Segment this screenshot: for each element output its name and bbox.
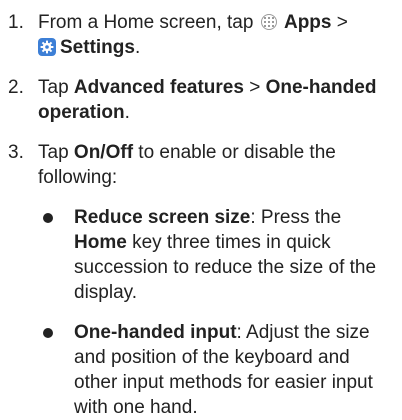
instructions-page: 1. From a Home screen, tap Apps > Settin… [0,0,402,418]
reduce-screen-size-label: Reduce screen size [74,207,251,228]
step-suffix: . [124,102,130,123]
step-text: From a Home screen, tap [38,12,259,33]
apps-label: Apps [283,12,332,33]
advanced-features-label: Advanced features [73,77,244,98]
step-3: 3. Tap On/Off to enable or disable the f… [8,140,394,420]
step-number: 1. [8,12,24,33]
step-separator: > [243,77,266,98]
list-item: One-handed input: Adjust the size and po… [38,320,394,420]
step-text: Tap [38,77,74,98]
apps-grid-icon [260,14,277,30]
bullet-dot [43,328,53,338]
list-item: Reduce screen size: Press the Home key t… [38,205,394,305]
step-separator: > [331,12,348,33]
step-text: Tap [38,142,74,163]
settings-gear-icon [38,38,56,56]
step-number: 2. [8,77,24,98]
step-number: 3. [8,142,24,163]
bullet-dot [43,213,53,223]
step-1: 1. From a Home screen, tap Apps > Settin… [8,10,394,60]
settings-label: Settings [60,37,135,58]
step-2: 2. Tap Advanced features > One-handed op… [8,75,394,125]
one-handed-input-label: One-handed input [74,322,237,343]
home-key-label: Home [74,232,127,253]
bullet-text: : Press the [250,207,342,228]
on-off-label: On/Off [73,142,134,163]
step-suffix: . [134,37,141,58]
options-list: Reduce screen size: Press the Home key t… [38,205,394,420]
